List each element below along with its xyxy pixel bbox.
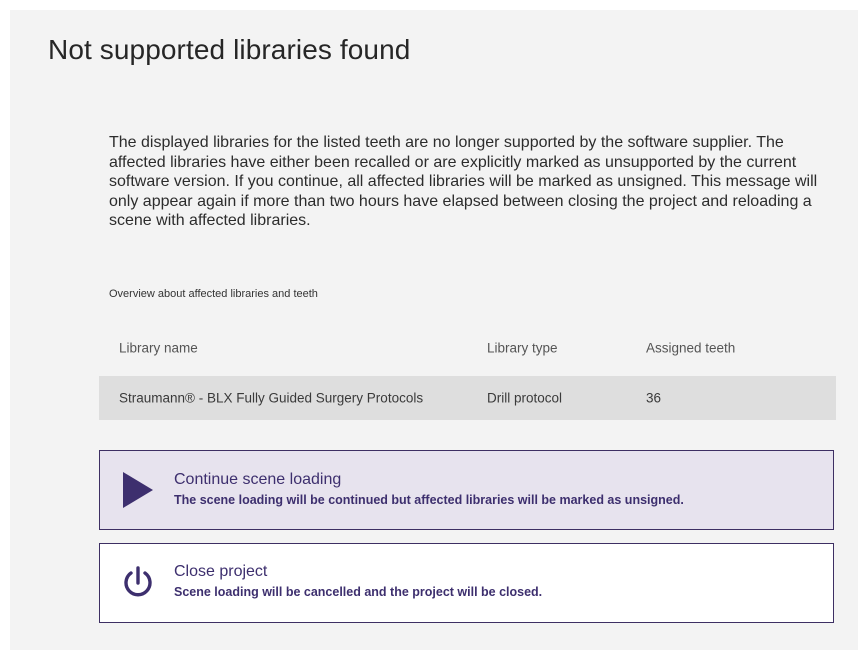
affected-libraries-table: Library name Library type Assigned teeth… <box>99 330 836 420</box>
overview-label: Overview about affected libraries and te… <box>109 288 318 300</box>
cell-library-type: Drill protocol <box>487 390 563 406</box>
play-icon <box>120 470 156 510</box>
dialog-title: Not supported libraries found <box>48 34 411 65</box>
cell-library-name: Straumann® - BLX Fully Guided Surgery Pr… <box>119 390 424 406</box>
continue-title: Continue scene loading <box>174 471 342 488</box>
header-assigned-teeth: Assigned teeth <box>646 340 736 356</box>
dialog-message: The displayed libraries for the listed t… <box>109 134 818 229</box>
cell-assigned-teeth: 36 <box>646 390 662 406</box>
close-title: Close project <box>174 563 268 580</box>
header-library-type: Library type <box>487 340 558 356</box>
continue-scene-loading-button[interactable]: Continue scene loading The scene loading… <box>99 450 834 530</box>
table-row[interactable]: Straumann® - BLX Fully Guided Surgery Pr… <box>99 376 836 420</box>
header-library-name: Library name <box>119 340 198 356</box>
table-header: Library name Library type Assigned teeth <box>99 330 836 366</box>
close-description: Scene loading will be cancelled and the … <box>174 585 543 599</box>
power-icon <box>120 563 156 603</box>
continue-description: The scene loading will be continued but … <box>174 493 684 507</box>
close-project-button[interactable]: Close project Scene loading will be canc… <box>99 543 834 623</box>
